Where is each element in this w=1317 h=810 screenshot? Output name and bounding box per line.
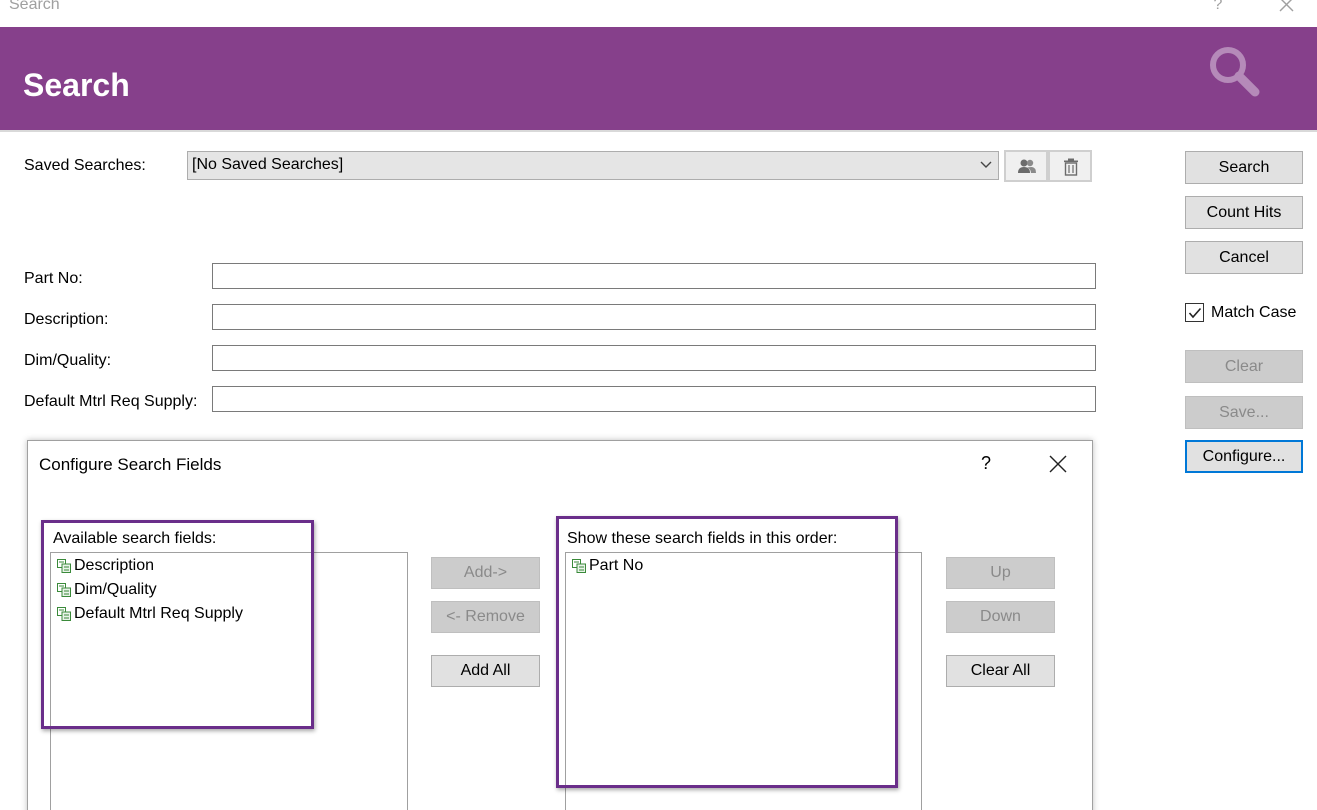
description-label: Description:	[24, 311, 109, 328]
delete-search-button[interactable]	[1048, 150, 1092, 182]
checkmark-icon	[1188, 307, 1202, 319]
field-icon	[572, 559, 586, 573]
default-mtrl-req-supply-label: Default Mtrl Req Supply:	[24, 393, 198, 410]
list-item[interactable]: Default Mtrl Req Supply	[57, 605, 243, 623]
list-item[interactable]: Dim/Quality	[57, 581, 157, 599]
selected-fields-list[interactable]: Part No	[565, 552, 922, 810]
window-title: Search	[9, 0, 60, 13]
close-icon	[1049, 455, 1067, 473]
field-icon	[57, 559, 71, 573]
selected-fields-label: Show these search fields in this order:	[567, 530, 838, 547]
users-icon	[1018, 159, 1036, 173]
count-hits-button[interactable]: Count Hits	[1185, 196, 1303, 229]
remove-button[interactable]: <- Remove	[431, 601, 540, 633]
chevron-down-icon	[980, 161, 992, 168]
search-button[interactable]: Search	[1185, 151, 1303, 184]
up-button[interactable]: Up	[946, 557, 1055, 589]
list-item-label: Default Mtrl Req Supply	[74, 605, 243, 622]
dialog-close-button[interactable]	[1048, 454, 1068, 474]
dialog-help-button[interactable]: ?	[981, 453, 991, 474]
save-button[interactable]: Save...	[1185, 396, 1303, 429]
search-icon	[1210, 47, 1260, 97]
window-help-button[interactable]: ?	[1210, 0, 1226, 14]
dialog-title: Configure Search Fields	[39, 455, 222, 474]
dim-quality-input[interactable]	[212, 345, 1096, 371]
window-close-button[interactable]	[1276, 0, 1298, 14]
add-button[interactable]: Add->	[431, 557, 540, 589]
saved-searches-label: Saved Searches:	[24, 157, 146, 174]
saved-searches-value: [No Saved Searches]	[192, 156, 344, 173]
configure-button[interactable]: Configure...	[1185, 440, 1303, 473]
clear-button[interactable]: Clear	[1185, 350, 1303, 383]
available-fields-list[interactable]: Description Dim/Quality Default Mtrl Req…	[50, 552, 408, 810]
down-button[interactable]: Down	[946, 601, 1055, 633]
list-item[interactable]: Description	[57, 557, 154, 575]
dim-quality-label: Dim/Quality:	[24, 352, 112, 369]
part-no-input[interactable]	[212, 263, 1096, 289]
match-case-label: Match Case	[1211, 304, 1297, 321]
header-banner: Search	[0, 27, 1317, 130]
configure-search-fields-dialog: Configure Search Fields ? Available sear…	[27, 440, 1093, 810]
cancel-button[interactable]: Cancel	[1185, 241, 1303, 274]
list-item-label: Description	[74, 557, 155, 574]
close-icon	[1279, 0, 1294, 12]
list-item-label: Dim/Quality	[74, 581, 157, 598]
field-icon	[57, 583, 71, 597]
description-input[interactable]	[212, 304, 1096, 330]
list-item[interactable]: Part No	[572, 557, 643, 575]
banner-divider	[0, 130, 1317, 132]
share-search-button[interactable]	[1004, 150, 1048, 182]
part-no-label: Part No:	[24, 270, 83, 287]
available-fields-label: Available search fields:	[53, 530, 217, 547]
match-case-checkbox[interactable]	[1185, 303, 1204, 322]
field-icon	[57, 607, 71, 621]
list-item-label: Part No	[589, 557, 644, 574]
window-titlebar: Search ?	[0, 0, 1317, 27]
default-mtrl-req-supply-input[interactable]	[212, 386, 1096, 412]
saved-searches-dropdown[interactable]: [No Saved Searches]	[187, 151, 999, 180]
page-title: Search	[23, 67, 130, 103]
trash-icon	[1064, 158, 1078, 176]
add-all-button[interactable]: Add All	[431, 655, 540, 687]
clear-all-button[interactable]: Clear All	[946, 655, 1055, 687]
